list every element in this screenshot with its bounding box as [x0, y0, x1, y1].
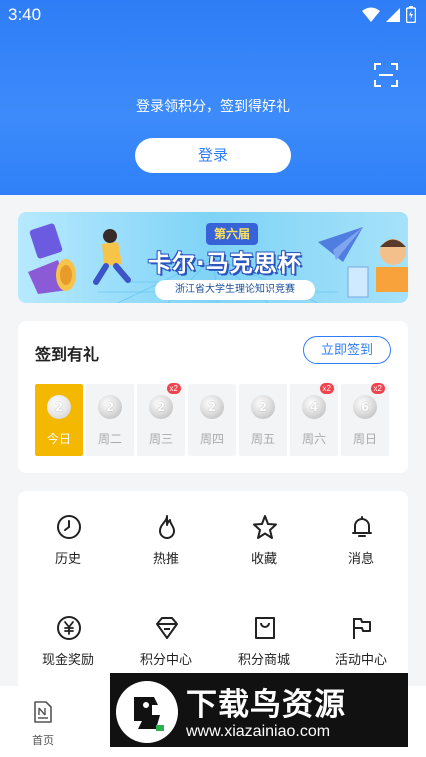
- coin-icon: 4: [302, 395, 326, 419]
- shopping-bag-icon: [255, 617, 275, 639]
- wifi-icon: [362, 7, 380, 22]
- promo-banner[interactable]: 第六届 卡尔·马克思杯 浙江省大学生理论知识竞赛: [18, 212, 408, 303]
- banner-badge: 第六届: [206, 223, 258, 245]
- checkin-card: 签到有礼 立即签到 2 今日 2 周二 x2 2 周三 2 周四 2 周五 x2…: [18, 321, 408, 473]
- menu-label: 积分中心: [139, 653, 192, 668]
- day-label: 周二: [97, 432, 122, 446]
- watermark-title: 下载鸟资源: [186, 687, 346, 723]
- yuan-icon: [57, 616, 81, 640]
- profile-header: 3:40 登录领积分，签到得好礼 登录: [0, 0, 426, 195]
- menu-item-cash-reward[interactable]: 现金奖励: [23, 615, 113, 685]
- day-label: 周五: [250, 432, 275, 446]
- day-today[interactable]: 2 今日: [35, 384, 83, 456]
- day-label: 周四: [199, 432, 224, 446]
- day-label: 周六: [301, 432, 326, 446]
- menu-grid: 历史 热推 收藏 消息 现金奖励 积分中心 积分商城 活动中心: [18, 491, 408, 691]
- menu-label: 积分商城: [237, 653, 290, 668]
- day-wed[interactable]: x2 2 周三: [137, 383, 185, 456]
- banner-subtitle: 浙江省大学生理论知识竞赛: [155, 280, 315, 300]
- menu-item-favorites[interactable]: 收藏: [219, 514, 309, 584]
- coin-icon: 2: [149, 395, 173, 419]
- star-icon: [253, 515, 277, 539]
- day-label: 周日: [352, 432, 377, 446]
- flame-icon: [159, 515, 175, 539]
- diamond-icon: [156, 617, 178, 639]
- menu-label: 历史: [54, 552, 81, 567]
- scan-icon: [374, 63, 398, 87]
- watermark-url: www.xiazainiao.com: [186, 723, 331, 740]
- checkin-title: 签到有礼: [35, 345, 100, 364]
- bird-logo-icon: [116, 681, 178, 743]
- day-sun[interactable]: x2 6 周日: [341, 383, 389, 456]
- day-fri[interactable]: 2 周五: [239, 384, 287, 456]
- watermark: 下载鸟资源 www.xiazainiao.com: [110, 673, 408, 747]
- coin-icon: 2: [251, 395, 275, 419]
- double-badge: x2: [166, 383, 181, 394]
- double-badge: x2: [319, 383, 334, 394]
- menu-item-hot[interactable]: 热推: [121, 514, 211, 584]
- menu-label: 收藏: [250, 552, 277, 567]
- menu-item-history[interactable]: 历史: [23, 514, 113, 584]
- signal-icon: [386, 7, 400, 22]
- nav-home-label: 首页: [32, 734, 54, 747]
- login-button[interactable]: 登录: [135, 138, 291, 173]
- checkin-button[interactable]: 立即签到: [303, 336, 391, 364]
- day-label: 今日: [46, 432, 71, 446]
- login-tip: 登录领积分，签到得好礼: [136, 98, 290, 114]
- menu-label: 活动中心: [334, 653, 387, 668]
- battery-icon: [406, 6, 416, 23]
- day-sat[interactable]: x2 4 周六: [290, 383, 338, 456]
- day-label: 周三: [148, 432, 173, 446]
- checkin-days: 2 今日 2 周二 x2 2 周三 2 周四 2 周五 x2 4 周六 x2 6…: [35, 383, 391, 456]
- status-time: 3:40: [8, 5, 42, 24]
- status-bar: 3:40: [0, 0, 426, 30]
- double-badge: x2: [370, 383, 385, 394]
- day-thu[interactable]: 2 周四: [188, 384, 236, 456]
- bell-icon: [352, 516, 372, 537]
- coin-icon: 2: [200, 395, 224, 419]
- menu-label: 热推: [152, 552, 179, 567]
- flag-icon: [353, 618, 371, 639]
- menu-item-messages[interactable]: 消息: [316, 514, 406, 584]
- menu-label: 现金奖励: [41, 653, 94, 668]
- coin-icon: 6: [353, 395, 377, 419]
- scan-button[interactable]: [373, 62, 399, 88]
- banner-title: 卡尔·马克思杯: [148, 251, 302, 277]
- menu-label: 消息: [347, 552, 374, 567]
- coin-icon: 2: [98, 395, 122, 419]
- day-tue[interactable]: 2 周二: [86, 384, 134, 456]
- nav-home[interactable]: 首页: [22, 700, 64, 748]
- coin-icon: 2: [47, 395, 71, 419]
- clock-icon: [57, 515, 81, 539]
- news-icon: [34, 701, 52, 723]
- status-icons: [362, 6, 416, 23]
